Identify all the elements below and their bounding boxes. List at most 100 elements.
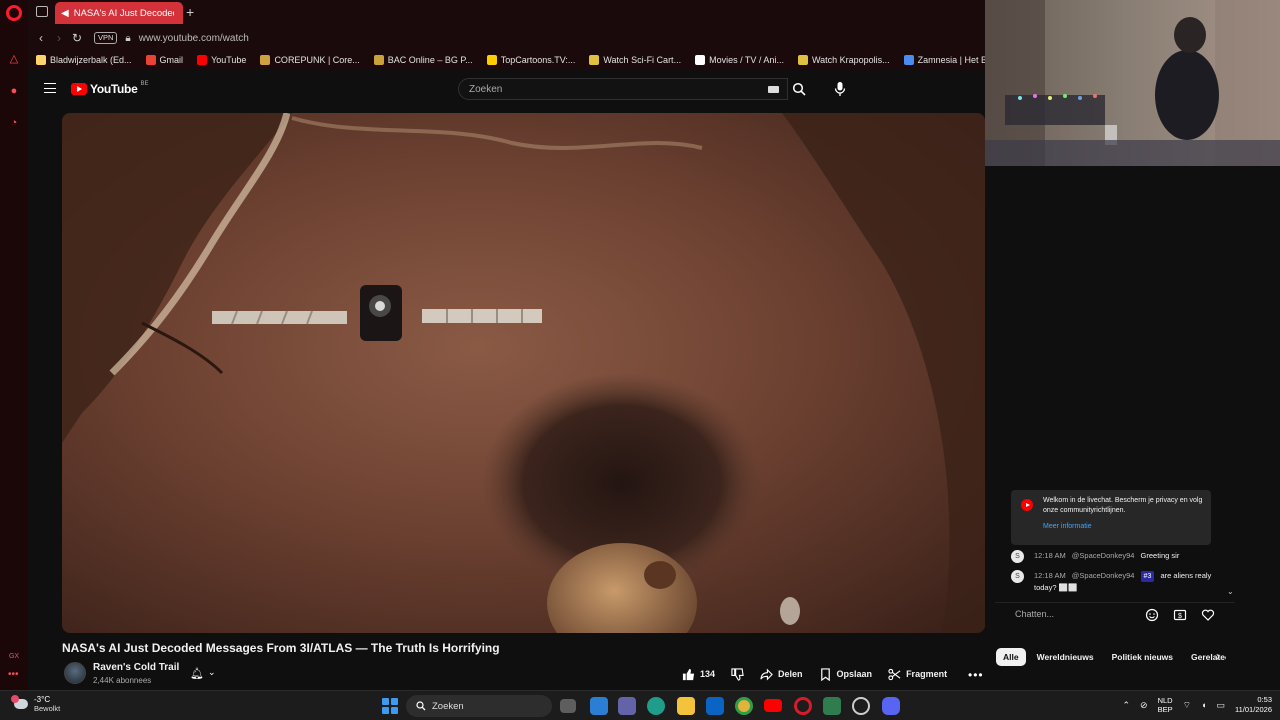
discord-icon[interactable] — [882, 697, 900, 715]
super-chat-icon[interactable]: $ — [1173, 608, 1187, 622]
bookmark-item[interactable]: TopCartoons.TV:... — [486, 55, 575, 65]
outlook-icon[interactable] — [706, 697, 724, 715]
calculator-icon[interactable] — [823, 697, 841, 715]
search-input[interactable] — [469, 83, 749, 95]
chat-message: S 12:18 AM @SpaceDonkey94 #3 are aliens … — [1011, 570, 1231, 593]
play-icon — [695, 55, 706, 65]
more-actions-icon[interactable]: ••• — [968, 668, 984, 682]
chrome-icon[interactable] — [735, 697, 753, 715]
reload-button[interactable]: ↻ — [68, 31, 86, 45]
bookmarks-bar: Bladwijzerbalk (Ed... Gmail YouTube COREPUN… — [28, 50, 985, 70]
settings-gear-icon[interactable] — [852, 697, 870, 715]
search-button[interactable] — [786, 78, 812, 100]
chip-world-news[interactable]: Wereldnieuws — [1030, 648, 1101, 666]
network-off-icon[interactable]: ⊘ — [1140, 700, 1148, 711]
like-button[interactable]: 134 — [682, 668, 715, 681]
teams-icon[interactable] — [618, 697, 636, 715]
message-user[interactable]: @SpaceDonkey94 — [1072, 571, 1135, 580]
share-label: Delen — [778, 669, 803, 679]
back-button[interactable]: ‹ — [32, 31, 50, 45]
youtube-sidebar-icon[interactable]: ● — [7, 84, 21, 98]
clock[interactable]: 0:53 11/01/2026 — [1235, 695, 1272, 715]
youtube-logo[interactable]: YouTube BE — [71, 81, 148, 96]
video-title: NASA's AI Just Decoded Messages From 3I/… — [62, 641, 500, 655]
heart-icon[interactable] — [1201, 608, 1215, 622]
more-sidebar-icon[interactable]: ••• — [8, 669, 19, 680]
clock-time: 0:53 — [1257, 695, 1272, 704]
user-avatar[interactable]: S — [1011, 570, 1024, 583]
language-code: NLD — [1157, 696, 1173, 705]
lock-icon[interactable]: 🔒︎ — [125, 33, 130, 44]
start-button[interactable] — [382, 698, 398, 714]
zamnesia-icon — [903, 55, 914, 65]
keyboard-icon[interactable] — [768, 86, 779, 93]
edge-icon[interactable] — [647, 697, 665, 715]
channel-avatar[interactable] — [64, 662, 86, 684]
message-time: 12:18 AM — [1034, 571, 1066, 580]
wifi-icon[interactable]: ⌔ — [1183, 700, 1191, 711]
battery-icon[interactable]: ▭ — [1217, 700, 1226, 711]
message-time: 12:18 AM — [1034, 551, 1066, 560]
youtube-icon — [1021, 499, 1033, 511]
clip-label: Fragment — [906, 669, 948, 679]
bookmark-label: Zamnesia | Het Be... — [917, 55, 985, 65]
speaker-icon[interactable]: ◀ — [61, 8, 69, 19]
bookmark-item[interactable]: Bladwijzerbalk (Ed... — [36, 55, 132, 65]
bookmark-item[interactable]: BAC Online – BG P... — [373, 55, 473, 65]
scroll-down-icon[interactable]: ⌄ — [1227, 587, 1234, 596]
user-avatar[interactable]: S — [1011, 550, 1024, 563]
learn-more-link[interactable]: Meer informatie — [1043, 523, 1203, 530]
gx-icon[interactable]: GX — [7, 650, 21, 664]
gmail-icon — [145, 55, 156, 65]
clip-button[interactable]: Fragment — [888, 668, 947, 681]
vpn-badge[interactable]: VPN — [94, 32, 118, 44]
workspaces-icon[interactable] — [36, 6, 48, 17]
tab-active[interactable]: ◀ NASA's AI Just Decoded — [55, 2, 183, 24]
file-explorer-icon[interactable] — [677, 697, 695, 715]
store-icon[interactable] — [590, 697, 608, 715]
opera-logo-icon[interactable] — [6, 5, 22, 21]
bookmark-label: Watch Krapopolis... — [811, 55, 890, 65]
dislike-button[interactable] — [731, 667, 744, 681]
bookmark-item[interactable]: YouTube — [197, 55, 246, 65]
microphone-icon[interactable] — [833, 81, 847, 97]
subscriber-count: 2,44K abonnees — [93, 676, 152, 685]
bookmark-item[interactable]: Movies / TV / Ani... — [695, 55, 784, 65]
emoji-icon[interactable] — [1145, 608, 1159, 622]
bookmark-item[interactable]: COREPUNK | Core... — [260, 55, 360, 65]
save-button[interactable]: Opslaan — [819, 667, 872, 681]
chevron-right-icon[interactable]: › — [1216, 649, 1220, 663]
chevron-up-icon[interactable]: ⌃ — [1122, 700, 1130, 711]
chip-all[interactable]: Alle — [996, 648, 1026, 666]
aria-icon[interactable]: △ — [7, 52, 21, 66]
notification-bell-icon[interactable]: 🔔︎ — [190, 667, 204, 680]
video-player[interactable] — [62, 113, 985, 633]
scifi-icon — [589, 55, 600, 65]
bookmark-item[interactable]: Zamnesia | Het Be... — [903, 55, 985, 65]
volume-icon[interactable]: ◖ — [1201, 700, 1206, 710]
forward-button[interactable]: › — [50, 31, 68, 45]
url-field[interactable]: www.youtube.com/watch — [139, 33, 249, 44]
chevron-down-icon[interactable]: ⌄ — [208, 667, 216, 678]
menu-icon[interactable] — [44, 83, 56, 93]
language-indicator[interactable]: NLD BEP — [1158, 696, 1173, 714]
task-view-icon[interactable] — [560, 699, 576, 713]
taskbar-search[interactable]: Zoeken — [406, 695, 552, 717]
bookmark-item[interactable]: Watch Sci-Fi Cart... — [589, 55, 681, 65]
youtube-app-icon[interactable] — [764, 699, 782, 712]
search-icon — [416, 701, 426, 711]
history-icon[interactable]: ◔ — [7, 116, 21, 130]
bac-icon — [373, 55, 384, 65]
weather-widget[interactable]: -3°C Bewolkt — [11, 695, 60, 713]
chat-input[interactable] — [1015, 609, 1135, 619]
channel-name[interactable]: Raven's Cold Trail — [93, 662, 179, 673]
bookmark-label: Bladwijzerbalk (Ed... — [50, 55, 132, 65]
bookmark-item[interactable]: Watch Krapopolis... — [797, 55, 890, 65]
message-user[interactable]: @SpaceDonkey94 — [1072, 551, 1135, 560]
message-text: Greeting sir — [1140, 551, 1180, 560]
share-button[interactable]: Delen — [760, 668, 803, 681]
opera-gx-icon[interactable] — [794, 697, 812, 715]
bookmark-item[interactable]: Gmail — [145, 55, 183, 65]
chip-politics[interactable]: Politiek nieuws — [1105, 648, 1180, 666]
new-tab-button[interactable]: + — [186, 4, 194, 20]
